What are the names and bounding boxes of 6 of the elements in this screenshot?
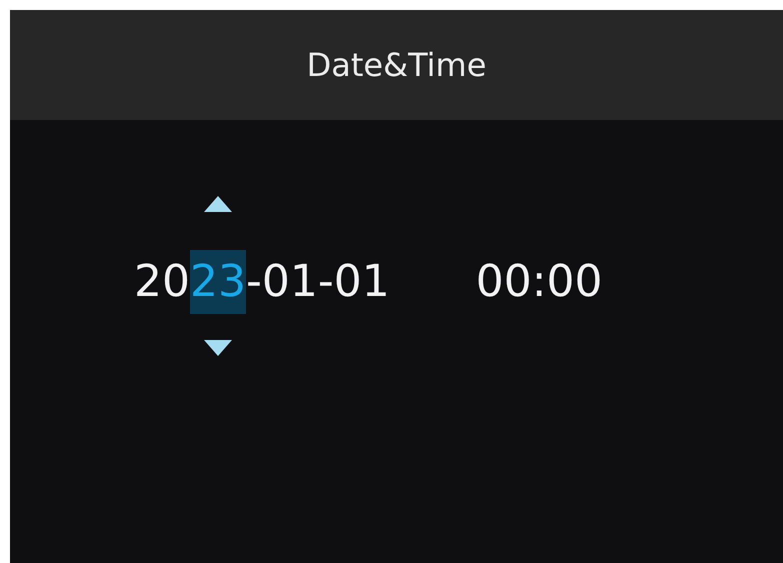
screen-title: Date&Time: [306, 45, 486, 86]
date-text[interactable]: 20: [134, 250, 190, 314]
increase-arrow-icon[interactable]: [204, 196, 232, 212]
decrease-arrow-icon[interactable]: [204, 340, 232, 356]
date-text[interactable]: -01-01: [246, 250, 390, 314]
time-text[interactable]: 00:00: [476, 250, 603, 314]
